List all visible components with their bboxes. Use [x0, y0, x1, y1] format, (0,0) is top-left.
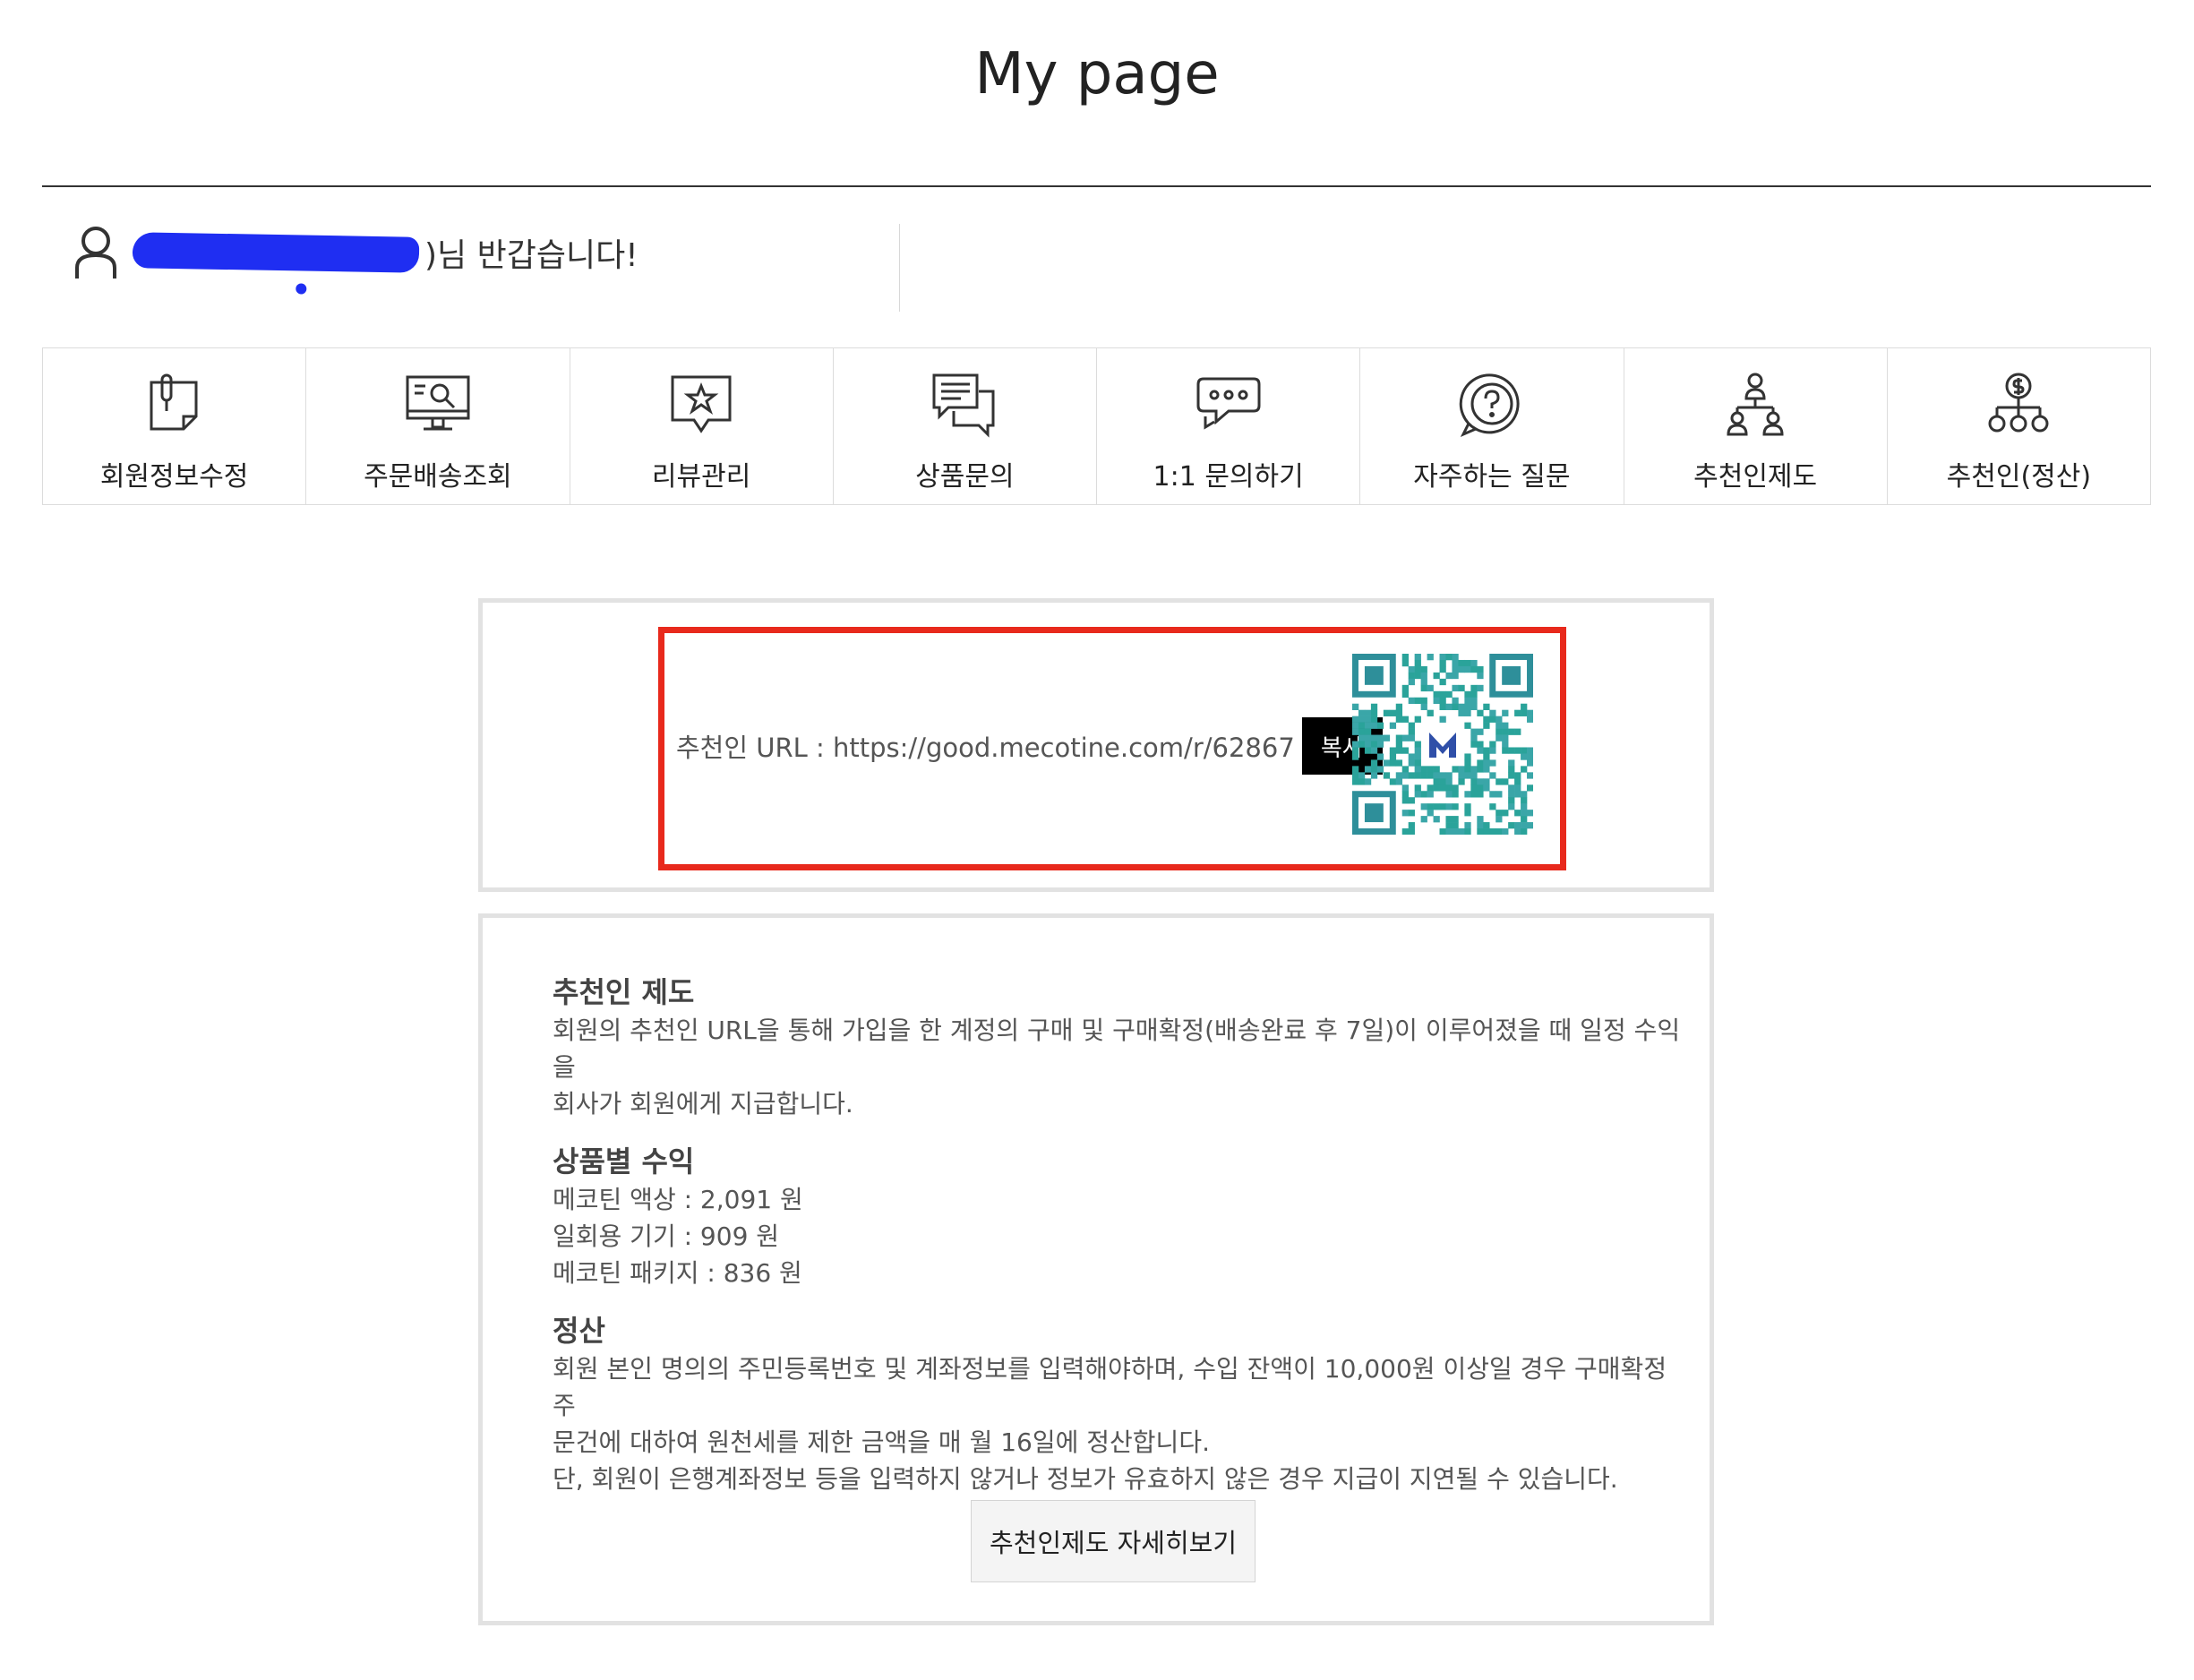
question-icon [1459, 373, 1520, 437]
referral-settlement-icon [1988, 373, 2049, 433]
menu-item-order-tracking[interactable]: 주문배송조회 [306, 348, 570, 504]
menu-label: 리뷰관리 [651, 461, 751, 493]
menu-label: 추천인(정산) [1946, 461, 2092, 493]
menu-label: 상품문의 [915, 461, 1015, 493]
earning-item: 일회용 기기 : 909 원 [553, 1221, 780, 1251]
section-title-settlement: 정산 [553, 1314, 605, 1348]
greeting-divider [899, 224, 900, 312]
review-star-icon [671, 375, 732, 433]
referral-url-row: 추천인 URL : https://good.mecotine.com/r/62… [676, 715, 1383, 777]
user-icon [75, 227, 116, 279]
menu-item-referral-system[interactable]: 추천인제도 [1624, 348, 1888, 504]
menu-label: 주문배송조회 [364, 461, 512, 493]
section-text: 문건에 대하여 원천세를 제한 금액을 매 월 16일에 정산합니다. [553, 1427, 1210, 1457]
order-search-icon [406, 375, 470, 431]
referral-tree-icon [1727, 373, 1784, 436]
menu-label: 회원정보수정 [99, 461, 249, 493]
referral-url-text[interactable]: 추천인 URL : https://good.mecotine.com/r/62… [676, 727, 1295, 765]
menu-item-member-edit[interactable]: 회원정보수정 [43, 348, 307, 504]
menu-item-faq[interactable]: 자주하는 질문 [1360, 348, 1624, 504]
section-title-earnings: 상품별 수익 [553, 1144, 695, 1179]
menu-item-referral-settlement[interactable]: 추천인(정산) [1888, 348, 2150, 504]
section-text: 회사가 회원에게 지급합니다. [553, 1089, 853, 1119]
qr-code [1352, 654, 1533, 835]
greeting-text: )님 반갑습니다! [424, 237, 638, 274]
menu-item-review[interactable]: 리뷰관리 [570, 348, 834, 504]
redacted-username [132, 232, 420, 273]
page-title: My page [974, 41, 1220, 107]
menu-label: 1:1 문의하기 [1153, 461, 1304, 493]
member-edit-icon [150, 373, 198, 431]
title-divider [42, 185, 2151, 187]
menu-label: 자주하는 질문 [1413, 461, 1571, 493]
menu-item-product-inquiry[interactable]: 상품문의 [834, 348, 1097, 504]
section-title-referral-system: 추천인 제도 [553, 975, 695, 1009]
section-text: 회원의 추천인 URL을 통해 가입을 한 계정의 구매 및 구매확정(배송완료… [553, 1016, 1681, 1082]
earning-item: 메코틴 패키지 : 836 원 [553, 1258, 802, 1288]
earning-item: 메코틴 액상 : 2,091 원 [553, 1185, 803, 1214]
chat-bubble-icon [1196, 377, 1261, 430]
referral-info: 추천인 제도 회원의 추천인 URL을 통해 가입을 한 계정의 구매 및 구매… [553, 973, 1681, 1517]
product-inquiry-icon [932, 373, 995, 438]
menu-item-one-on-one[interactable]: 1:1 문의하기 [1097, 348, 1361, 504]
section-text: 단, 회원이 은행계좌정보 등을 입력하지 않거나 정보가 유효하지 않은 경우… [553, 1464, 1618, 1494]
menu-label: 추천인제도 [1693, 461, 1818, 493]
referral-detail-button[interactable]: 추천인제도 자세히보기 [971, 1500, 1256, 1582]
section-text: 회원 본인 명의의 주민등록번호 및 계좌정보를 입력해야하며, 수입 잔액이 … [553, 1354, 1667, 1420]
greeting: )님 반갑습니다! [72, 222, 638, 283]
mypage-menu: 회원정보수정 주문배송조회 리뷰관리 상품문의 1:1 문의하기 자주하는 질문… [42, 347, 2151, 505]
